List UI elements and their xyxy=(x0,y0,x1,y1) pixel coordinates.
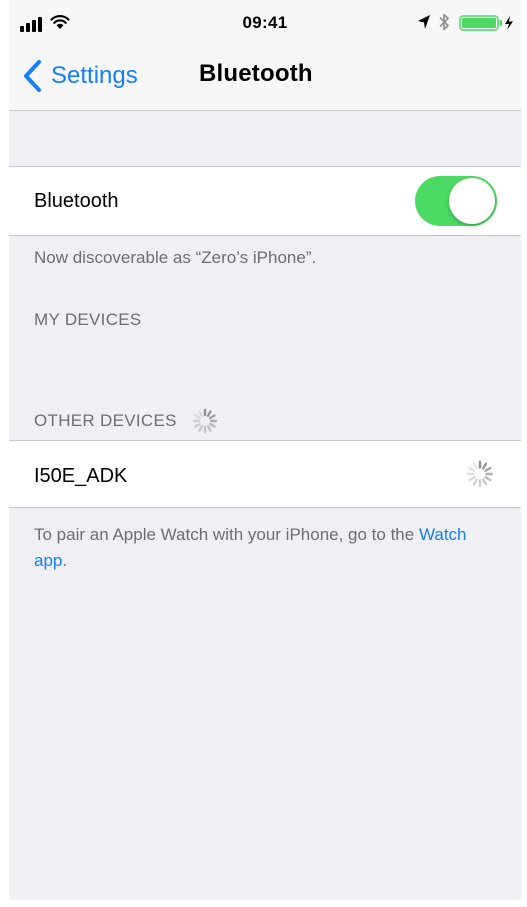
loading-spinner-icon xyxy=(192,408,217,434)
top-bar: 09:41 Settings Bluetooth xyxy=(9,0,521,111)
chevron-left-icon xyxy=(24,60,41,92)
apple-watch-pair-hint: To pair an Apple Watch with your iPhone,… xyxy=(34,522,504,574)
discoverable-status-text: Now discoverable as “Zero’s iPhone”. xyxy=(34,248,317,267)
status-bar: 09:41 xyxy=(9,0,521,44)
back-button-label: Settings xyxy=(51,62,138,89)
page-title: Bluetooth xyxy=(199,60,313,87)
my-devices-header: MY DEVICES xyxy=(34,310,142,329)
device-name: I50E_ADK xyxy=(34,465,128,487)
bluetooth-toggle-switch[interactable] xyxy=(415,176,497,226)
toggle-knob xyxy=(449,178,495,224)
navigation-bar: Settings Bluetooth xyxy=(9,44,521,110)
bluetooth-settings-screen: 09:41 Settings Bluetooth Bluetooth Now d… xyxy=(9,0,521,900)
pair-hint-text: To pair an Apple Watch with your iPhone,… xyxy=(34,525,415,544)
bluetooth-toggle-row: Bluetooth xyxy=(9,166,521,236)
location-arrow-icon xyxy=(418,15,430,29)
pair-hint-suffix: . xyxy=(62,551,68,570)
loading-spinner-icon xyxy=(466,460,494,488)
other-devices-header: OTHER DEVICES xyxy=(34,411,177,430)
bluetooth-icon xyxy=(439,13,449,31)
battery-charging-icon xyxy=(459,15,513,31)
bluetooth-toggle-label: Bluetooth xyxy=(34,190,119,212)
list-item[interactable]: I50E_ADK xyxy=(9,440,521,508)
other-devices-header-row: OTHER DEVICES xyxy=(34,407,219,435)
back-button[interactable]: Settings xyxy=(21,58,138,94)
